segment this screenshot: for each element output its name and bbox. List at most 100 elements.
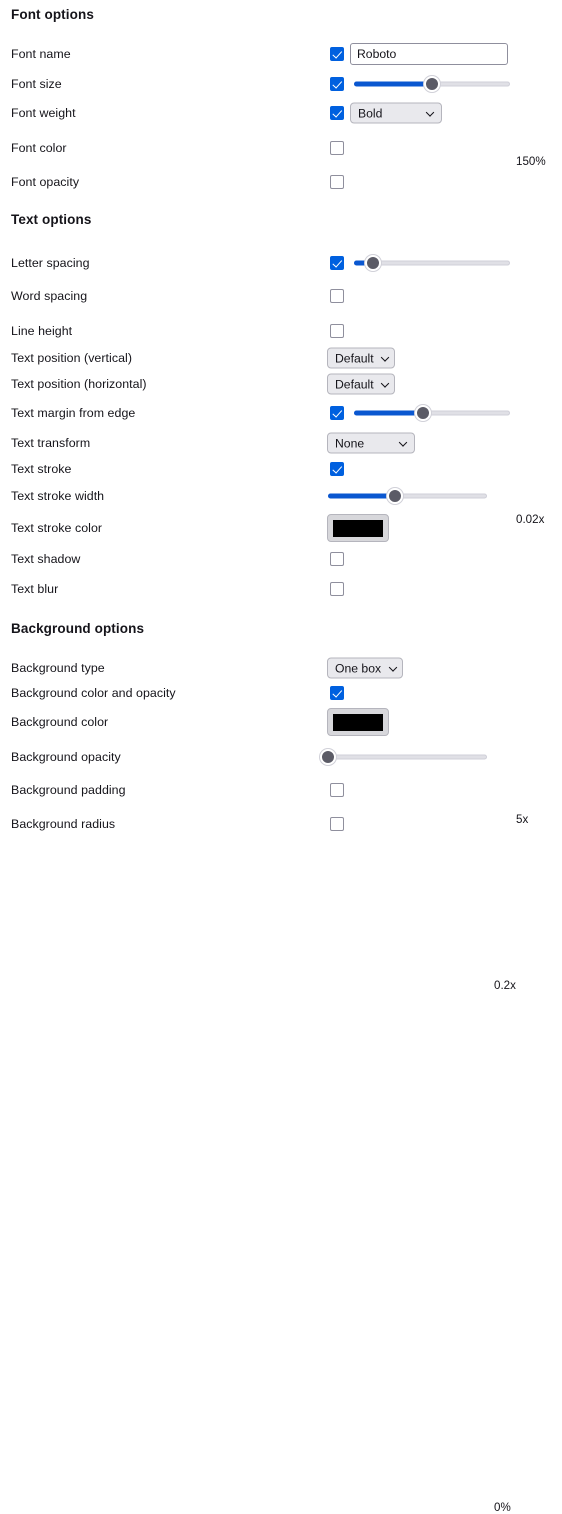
row-background-color: Background color (0, 708, 562, 736)
label-word-spacing: Word spacing (11, 289, 88, 303)
slider-thumb[interactable] (320, 749, 336, 765)
select-text-transform-value: None (335, 436, 365, 450)
select-background-type-value: One box (335, 661, 382, 675)
label-background-color-and-opacity: Background color and opacity (11, 686, 176, 700)
slider-fill (354, 81, 432, 87)
row-text-stroke: Text stroke (0, 456, 562, 482)
chevron-down-icon (389, 664, 398, 673)
label-background-type: Background type (11, 661, 105, 675)
value-background-opacity: 0% (494, 1501, 511, 1514)
color-swatch (333, 519, 383, 537)
select-text-position-vertical[interactable]: Default (327, 347, 395, 369)
checkbox-font-opacity[interactable] (330, 175, 344, 189)
checkbox-font-weight[interactable] (330, 106, 344, 120)
select-text-position-horizontal[interactable]: Default (327, 373, 395, 395)
row-font-color: Font color (0, 135, 562, 161)
checkbox-background-padding[interactable] (330, 783, 344, 797)
label-background-padding: Background padding (11, 783, 126, 797)
slider-font-size[interactable] (354, 75, 510, 93)
label-letter-spacing: Letter spacing (11, 256, 90, 270)
checkbox-background-color-and-opacity[interactable] (330, 686, 344, 700)
row-background-padding: Background padding (0, 777, 562, 803)
row-text-position-vertical: Text position (vertical) Default (0, 345, 562, 371)
row-word-spacing: Word spacing (0, 283, 562, 309)
slider-text-margin-from-edge[interactable] (354, 404, 510, 422)
chevron-down-icon (399, 439, 408, 448)
label-font-size: Font size (11, 77, 62, 91)
slider-letter-spacing[interactable] (354, 254, 510, 272)
row-background-color-and-opacity: Background color and opacity (0, 680, 562, 706)
color-swatch (333, 713, 383, 731)
select-text-position-horizontal-value: Default (335, 377, 374, 391)
input-font-name[interactable] (350, 43, 508, 65)
checkbox-letter-spacing[interactable] (330, 256, 344, 270)
row-text-stroke-width: Text stroke width 0.2x (0, 483, 562, 992)
row-font-size: Font size 150% (0, 71, 562, 168)
checkbox-line-height[interactable] (330, 324, 344, 338)
appearance-settings-panel: Font options Font name Font size 150% Fo… (0, 0, 562, 1514)
label-font-color: Font color (11, 141, 67, 155)
section-title-text-options: Text options (11, 212, 92, 227)
label-text-shadow: Text shadow (11, 552, 81, 566)
label-text-transform: Text transform (11, 436, 91, 450)
label-background-color: Background color (11, 715, 109, 729)
checkbox-font-color[interactable] (330, 141, 344, 155)
row-font-opacity: Font opacity (0, 169, 562, 195)
row-background-type: Background type One box (0, 655, 562, 681)
label-background-radius: Background radius (11, 817, 116, 831)
label-text-position-vertical: Text position (vertical) (11, 351, 133, 365)
checkbox-font-name[interactable] (330, 47, 344, 61)
select-background-type[interactable]: One box (327, 657, 403, 679)
section-title-background-options: Background options (11, 621, 145, 636)
label-text-blur: Text blur (11, 582, 59, 596)
select-font-weight-value: Bold (358, 106, 383, 120)
chevron-down-icon (382, 380, 391, 389)
chevron-down-icon (426, 109, 435, 118)
label-font-weight: Font weight (11, 106, 76, 120)
row-text-blur: Text blur (0, 576, 562, 602)
color-picker-background-color[interactable] (327, 708, 389, 736)
row-text-shadow: Text shadow (0, 546, 562, 572)
checkbox-text-blur[interactable] (330, 582, 344, 596)
checkbox-text-shadow[interactable] (330, 552, 344, 566)
slider-text-stroke-width[interactable] (328, 487, 487, 505)
row-background-opacity: Background opacity 0% (0, 744, 562, 1514)
row-text-margin-from-edge: Text margin from edge 5x (0, 400, 562, 826)
row-background-radius: Background radius (0, 811, 562, 837)
select-font-weight[interactable]: Bold (350, 102, 442, 124)
checkbox-text-stroke[interactable] (330, 462, 344, 476)
checkbox-background-radius[interactable] (330, 817, 344, 831)
row-line-height: Line height (0, 318, 562, 344)
label-text-stroke-color: Text stroke color (11, 521, 103, 535)
slider-background-opacity[interactable] (320, 748, 487, 766)
select-text-transform[interactable]: None (327, 432, 415, 454)
slider-fill (328, 493, 395, 499)
checkbox-word-spacing[interactable] (330, 289, 344, 303)
slider-thumb[interactable] (386, 488, 403, 504)
slider-thumb[interactable] (424, 76, 440, 92)
label-text-margin-from-edge: Text margin from edge (11, 406, 136, 420)
label-text-position-horizontal: Text position (horizontal) (11, 377, 147, 391)
row-font-weight: Font weight Bold (0, 100, 562, 126)
row-text-transform: Text transform None (0, 430, 562, 456)
label-text-stroke-width: Text stroke width (11, 489, 105, 503)
row-text-position-horizontal: Text position (horizontal) Default (0, 371, 562, 397)
row-font-name: Font name (0, 41, 562, 67)
label-line-height: Line height (11, 324, 73, 338)
color-picker-text-stroke-color[interactable] (327, 514, 389, 542)
label-font-name: Font name (11, 47, 71, 61)
label-font-opacity: Font opacity (11, 175, 80, 189)
value-text-stroke-width: 0.2x (494, 979, 516, 992)
checkbox-font-size[interactable] (330, 77, 344, 91)
section-title-font-options: Font options (11, 7, 94, 22)
label-text-stroke: Text stroke (11, 462, 72, 476)
row-letter-spacing: Letter spacing 0.02x (0, 250, 562, 526)
row-text-stroke-color: Text stroke color (0, 514, 562, 542)
slider-thumb[interactable] (364, 255, 381, 271)
select-text-position-vertical-value: Default (335, 351, 374, 365)
chevron-down-icon (382, 354, 391, 363)
slider-track (328, 754, 487, 760)
slider-thumb[interactable] (414, 405, 431, 421)
checkbox-text-margin-from-edge[interactable] (330, 406, 344, 420)
slider-fill (354, 410, 423, 416)
